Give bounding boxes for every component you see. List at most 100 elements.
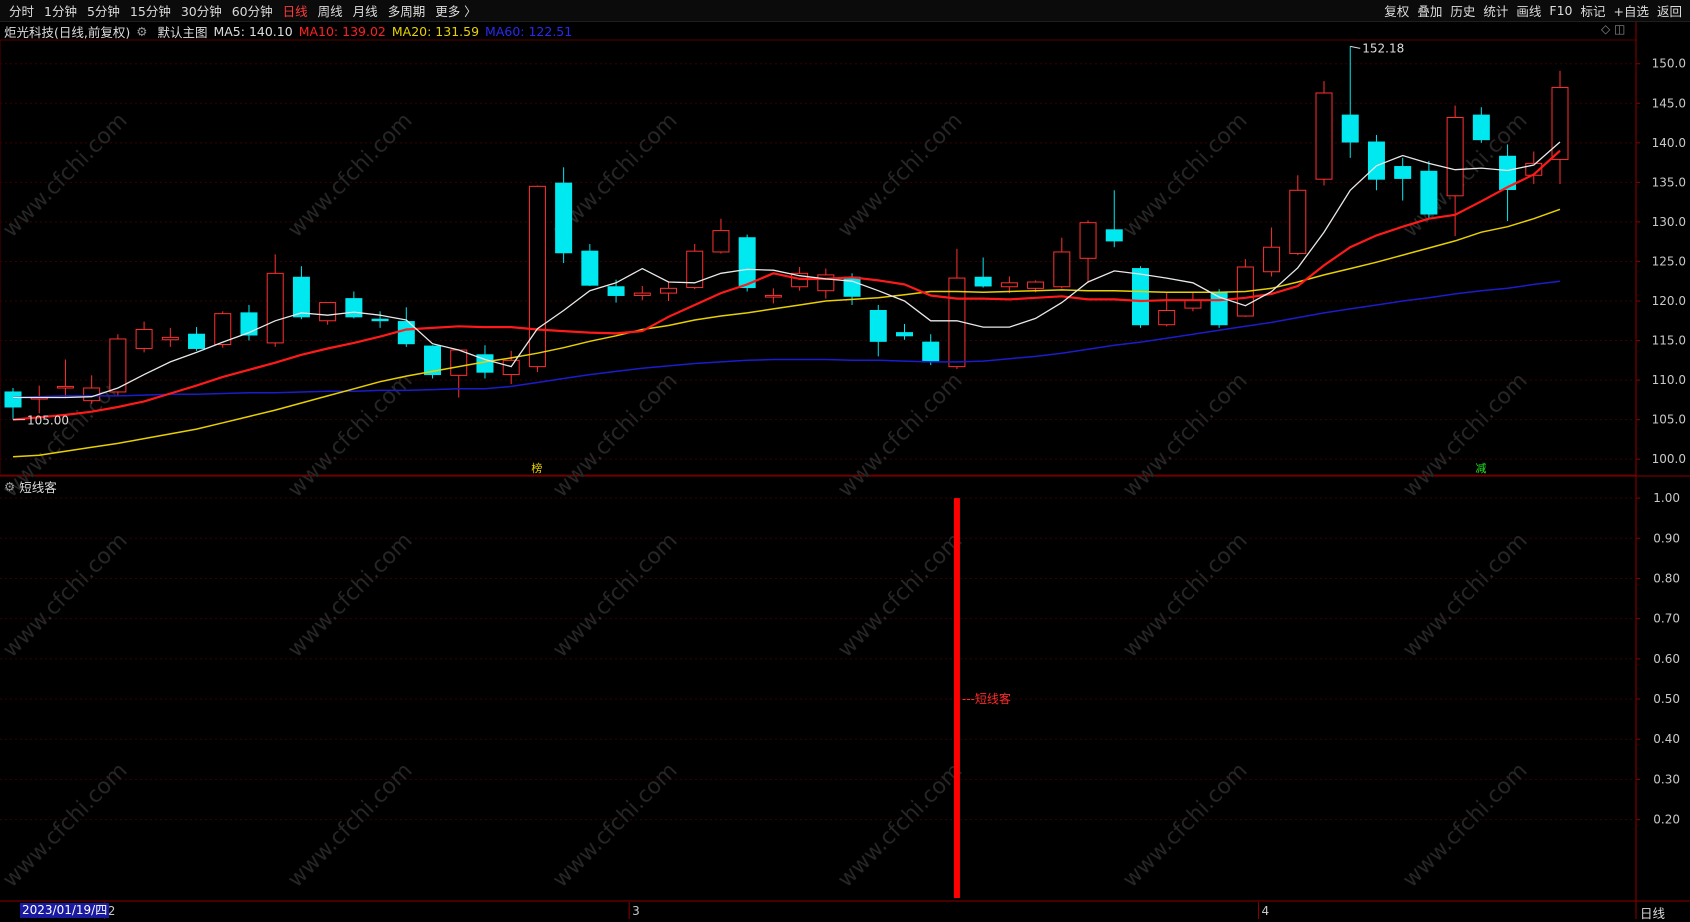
- watermark-text: www.cfchi.com: [283, 108, 417, 242]
- candle-body: [4, 391, 22, 408]
- candle-body: [319, 302, 337, 322]
- candle-body: [895, 332, 913, 337]
- candle-body: [371, 318, 389, 322]
- candle-body: [1394, 166, 1412, 179]
- chart-canvas[interactable]: 150.0 145.0 140.0 135.0 130.0 125.0 120.0 115.0…: [0, 0, 1690, 919]
- candle-body: [528, 185, 546, 368]
- candle-body: [450, 349, 468, 376]
- candle-body: [1158, 309, 1176, 326]
- high-pointer: [1350, 45, 1361, 49]
- candle-body: [1551, 86, 1569, 160]
- candle-body: [712, 230, 730, 253]
- candle-body: [1420, 170, 1438, 215]
- watermark-text: www.cfchi.com: [1118, 758, 1252, 892]
- high-label: 152.18: [1362, 41, 1404, 55]
- watermark-text: www.cfchi.com: [548, 368, 682, 502]
- watermark-text: www.cfchi.com: [0, 758, 133, 892]
- event-mark: 榜: [531, 461, 542, 475]
- candle-body: [292, 276, 310, 318]
- candle-body: [502, 359, 520, 376]
- candle-body: [1053, 251, 1071, 288]
- candle-body: [266, 272, 284, 344]
- candle-body: [555, 182, 573, 254]
- price-tick-label: 115.0: [1652, 334, 1686, 348]
- watermark-text: www.cfchi.com: [1118, 108, 1252, 242]
- price-tick-label: 105.0: [1652, 413, 1686, 427]
- candle-body: [764, 294, 782, 298]
- watermark-text: www.cfchi.com: [283, 758, 417, 892]
- price-tick-label: 100.0: [1652, 452, 1686, 466]
- month-label: 4: [1261, 904, 1269, 918]
- candle-body: [974, 276, 992, 287]
- watermark-text: www.cfchi.com: [833, 368, 967, 502]
- main-panel-frame: [0, 39, 1637, 476]
- indicator-title: 短线客: [19, 479, 57, 495]
- watermark-text: www.cfchi.com: [1398, 368, 1532, 502]
- candle-body: [1131, 268, 1149, 326]
- cursor-date: 2023/01/19/四: [20, 903, 110, 918]
- indicator-tick-label: 0.20: [1653, 813, 1680, 827]
- price-tick-label: 140.0: [1652, 136, 1686, 150]
- candle-body: [345, 298, 363, 318]
- watermark-text: www.cfchi.com: [283, 528, 417, 662]
- signal-bar: [953, 498, 960, 898]
- candle-body: [660, 287, 678, 294]
- candle-body: [1263, 246, 1281, 273]
- price-tick-label: 145.0: [1652, 96, 1686, 110]
- candle-body: [869, 309, 887, 342]
- candle-body: [607, 286, 625, 296]
- candle-body: [56, 385, 74, 389]
- candle-body: [1000, 282, 1018, 288]
- watermark-text: www.cfchi.com: [1398, 758, 1532, 892]
- candle-body: [1472, 114, 1490, 141]
- candle-body: [240, 312, 258, 336]
- candle-body: [1079, 222, 1097, 259]
- candle-body: [633, 292, 651, 296]
- candle-body: [161, 336, 179, 341]
- sub-panel-header: ⚙ 短线客: [4, 478, 57, 495]
- candle-body: [109, 338, 127, 393]
- watermark-text: www.cfchi.com: [0, 528, 133, 662]
- price-tick-label: 110.0: [1652, 373, 1686, 387]
- indicator-tick-label: 0.70: [1653, 612, 1680, 626]
- candle-body: [1341, 114, 1359, 143]
- price-tick-label: 125.0: [1652, 254, 1686, 268]
- candle-body: [922, 341, 940, 363]
- candle-body: [738, 237, 756, 289]
- indicator-tick-label: 0.90: [1653, 531, 1680, 545]
- watermark-text: www.cfchi.com: [0, 108, 133, 242]
- signal-label: ---短线客: [962, 691, 1011, 706]
- price-tick-label: 120.0: [1652, 294, 1686, 308]
- watermark-text: www.cfchi.com: [1398, 528, 1532, 662]
- watermark-text: www.cfchi.com: [548, 758, 682, 892]
- candle-body: [1446, 117, 1464, 197]
- candle-body: [1289, 189, 1307, 255]
- watermark-text: www.cfchi.com: [833, 758, 967, 892]
- watermark-text: www.cfchi.com: [1118, 528, 1252, 662]
- price-tick-label: 135.0: [1652, 175, 1686, 189]
- candle-body: [581, 250, 599, 286]
- candle-body: [1367, 141, 1385, 180]
- watermark-text: www.cfchi.com: [833, 108, 967, 242]
- ma10-line: [12, 149, 1561, 421]
- indicator-tick-label: 0.80: [1653, 571, 1680, 585]
- watermark-text: www.cfchi.com: [1118, 368, 1252, 502]
- month-label: 3: [632, 904, 640, 918]
- price-tick-label: 130.0: [1652, 215, 1686, 229]
- low-label: 105.00: [27, 414, 69, 428]
- watermark-text: www.cfchi.com: [548, 528, 682, 662]
- event-mark: 减: [1475, 462, 1486, 475]
- price-tick-label: 150.0: [1652, 57, 1686, 71]
- settings-icon[interactable]: ⚙: [4, 479, 15, 494]
- candle-body: [135, 328, 153, 349]
- candle-body: [1315, 92, 1333, 180]
- period-label: 日线: [1640, 906, 1666, 921]
- indicator-tick-label: 0.40: [1653, 732, 1680, 746]
- indicator-tick-label: 1.00: [1653, 491, 1680, 505]
- candle-body: [1105, 229, 1123, 242]
- watermark-text: www.cfchi.com: [833, 528, 967, 662]
- indicator-tick-label: 0.30: [1653, 772, 1680, 786]
- indicator-tick-label: 0.50: [1653, 692, 1680, 706]
- candle-body: [1027, 281, 1045, 289]
- candle-body: [1184, 299, 1202, 309]
